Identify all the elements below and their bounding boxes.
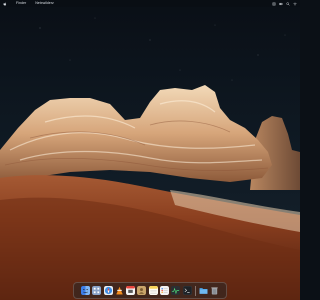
reminders-icon[interactable] <box>160 286 169 295</box>
menu-item-0[interactable]: Netxwilderz <box>35 0 54 7</box>
apple-logo-icon[interactable] <box>3 1 7 6</box>
menu-bar: Finder Netxwilderz <box>0 0 300 7</box>
vlc-icon[interactable] <box>115 286 124 295</box>
safari-icon[interactable] <box>103 286 113 295</box>
contacts-icon[interactable] <box>137 286 147 295</box>
wifi-icon[interactable] <box>293 2 297 6</box>
activity-monitor-icon[interactable] <box>171 286 181 295</box>
control-center-icon[interactable] <box>272 2 276 6</box>
dock <box>73 282 227 299</box>
terminal-icon[interactable] <box>182 286 192 295</box>
battery-icon[interactable] <box>279 2 283 6</box>
launchpad-icon[interactable] <box>92 286 102 295</box>
calendar-icon[interactable] <box>126 286 136 295</box>
folder-icon[interactable] <box>199 286 208 295</box>
finder-icon[interactable] <box>80 286 90 295</box>
trash-icon[interactable] <box>210 286 219 295</box>
search-icon[interactable] <box>286 1 290 6</box>
desktop-wallpaper <box>0 0 300 300</box>
notes-icon[interactable] <box>148 286 158 295</box>
dock-separator <box>194 285 196 296</box>
menu-app-name[interactable]: Finder <box>16 0 26 7</box>
